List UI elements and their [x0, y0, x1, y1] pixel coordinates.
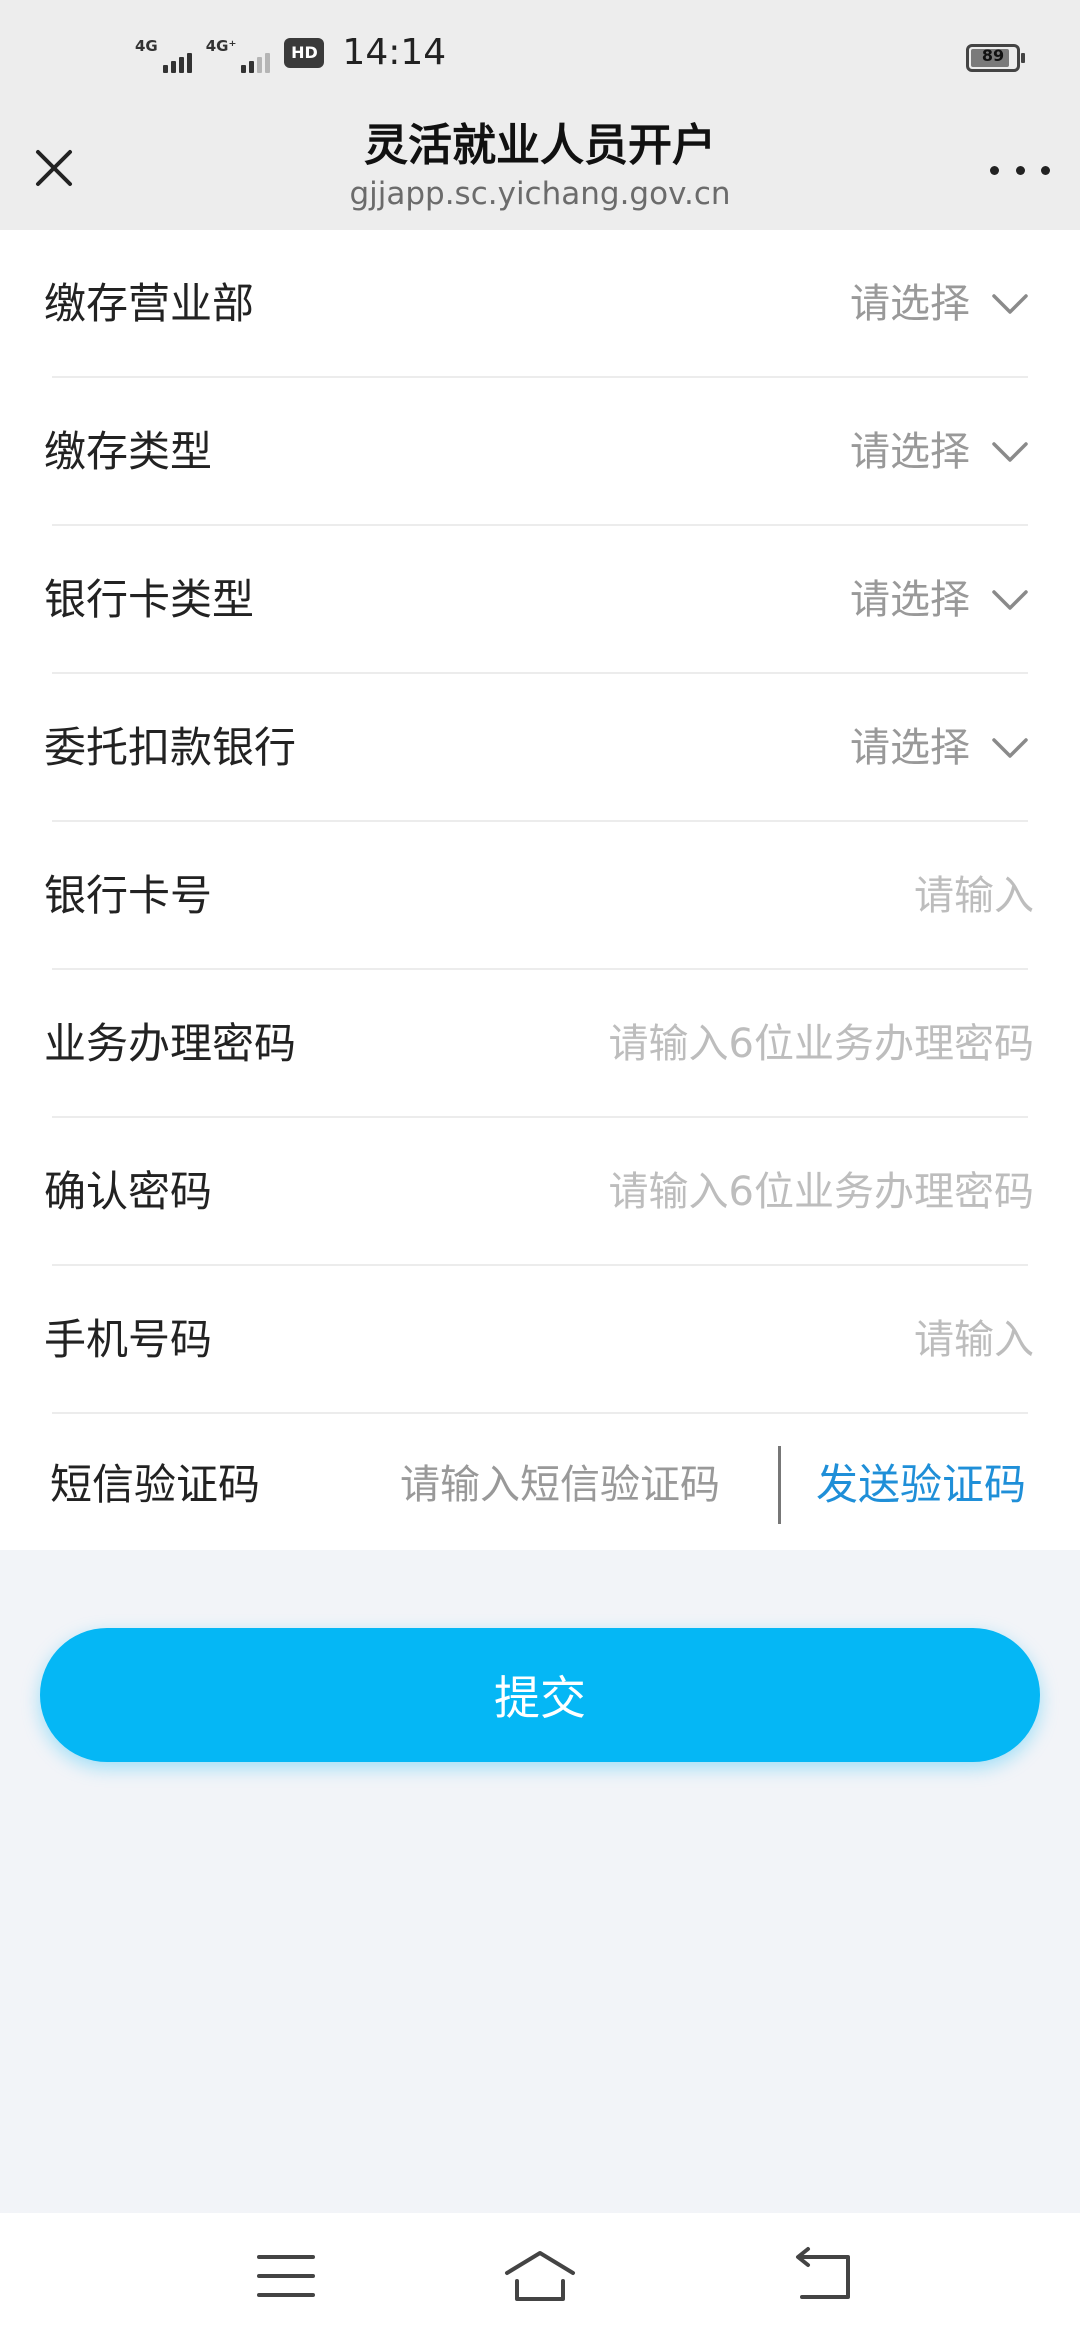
more-button[interactable] — [990, 150, 1050, 190]
field-label: 业务办理密码 — [44, 1019, 297, 1068]
card-number-input[interactable]: 请输入 — [914, 822, 1034, 970]
page-title: 灵活就业人员开户 — [364, 120, 716, 171]
sms-row: 短信验证码 请输入短信验证码 发送验证码 — [0, 1414, 1080, 1556]
battery-level: 89 — [981, 46, 1005, 65]
system-nav-bar — [0, 2213, 1080, 2340]
field-label: 确认密码 — [44, 1167, 213, 1216]
home-icon — [505, 2251, 575, 2301]
select-row-debit-bank[interactable]: 委托扣款银行 请选择 — [0, 674, 1080, 822]
chevron-down-icon — [992, 442, 1028, 462]
sms-code-input[interactable]: 请输入短信验证码 — [400, 1414, 720, 1556]
select-value[interactable]: 请选择 — [850, 674, 970, 822]
home-button[interactable] — [495, 2241, 585, 2311]
input-row-password: 业务办理密码 请输入6位业务办理密码 — [0, 970, 1080, 1118]
chevron-down-icon — [992, 294, 1028, 314]
input-row-card-number: 银行卡号 请输入 — [0, 822, 1080, 970]
input-row-phone: 手机号码 请输入 — [0, 1266, 1080, 1414]
status-bar: 4G 4G⁺ HD 14:14 89 — [0, 0, 1080, 120]
menu-button[interactable] — [241, 2241, 331, 2311]
signal-icon-sim1: 4G — [135, 33, 192, 73]
network-type-1: 4G — [135, 36, 158, 55]
account-form: 缴存营业部 请选择 缴存类型 请选择 银行卡类型 请选择 委托扣款银行 请选择 … — [0, 230, 1080, 1550]
select-value[interactable]: 请选择 — [850, 526, 970, 674]
submit-button[interactable]: 提交 — [40, 1628, 1040, 1762]
field-label: 委托扣款银行 — [44, 723, 297, 772]
select-row-deposit-type[interactable]: 缴存类型 请选择 — [0, 378, 1080, 526]
status-icons: 4G 4G⁺ HD 14:14 — [135, 32, 446, 73]
select-row-branch[interactable]: 缴存营业部 请选择 — [0, 230, 1080, 378]
select-row-card-type[interactable]: 银行卡类型 请选择 — [0, 526, 1080, 674]
field-label: 缴存类型 — [44, 427, 213, 476]
phone-input[interactable]: 请输入 — [914, 1266, 1034, 1414]
screen: 4G 4G⁺ HD 14:14 89 灵活就业人员开户 gjjapp.sc.yi… — [0, 0, 1080, 2340]
field-label: 手机号码 — [44, 1315, 213, 1364]
field-label: 缴存营业部 — [44, 279, 255, 328]
menu-icon — [257, 2255, 315, 2297]
chevron-down-icon — [992, 738, 1028, 758]
signal-icon-sim2: 4G⁺ — [206, 33, 271, 73]
confirm-password-input[interactable]: 请输入6位业务办理密码 — [609, 1118, 1034, 1266]
chevron-down-icon — [992, 590, 1028, 610]
send-code-button[interactable]: 发送验证码 — [816, 1414, 1026, 1556]
sms-separator — [778, 1446, 781, 1524]
page-url: gjjapp.sc.yichang.gov.cn — [349, 176, 731, 212]
more-dots-icon — [990, 165, 999, 175]
status-time: 14:14 — [342, 32, 447, 73]
back-icon — [796, 2247, 850, 2299]
hd-voice-icon: HD — [284, 37, 325, 68]
select-value[interactable]: 请选择 — [850, 378, 970, 526]
input-row-confirm-password: 确认密码 请输入6位业务办理密码 — [0, 1118, 1080, 1266]
network-type-2: 4G⁺ — [205, 36, 237, 55]
battery-icon: 89 — [966, 44, 1025, 72]
sms-label: 短信验证码 — [50, 1460, 261, 1509]
field-label: 银行卡类型 — [44, 575, 255, 624]
field-label: 银行卡号 — [44, 871, 213, 920]
password-input[interactable]: 请输入6位业务办理密码 — [609, 970, 1034, 1118]
back-button[interactable] — [778, 2241, 868, 2311]
title-bar: 灵活就业人员开户 gjjapp.sc.yichang.gov.cn — [0, 120, 1080, 230]
select-value[interactable]: 请选择 — [850, 230, 970, 378]
